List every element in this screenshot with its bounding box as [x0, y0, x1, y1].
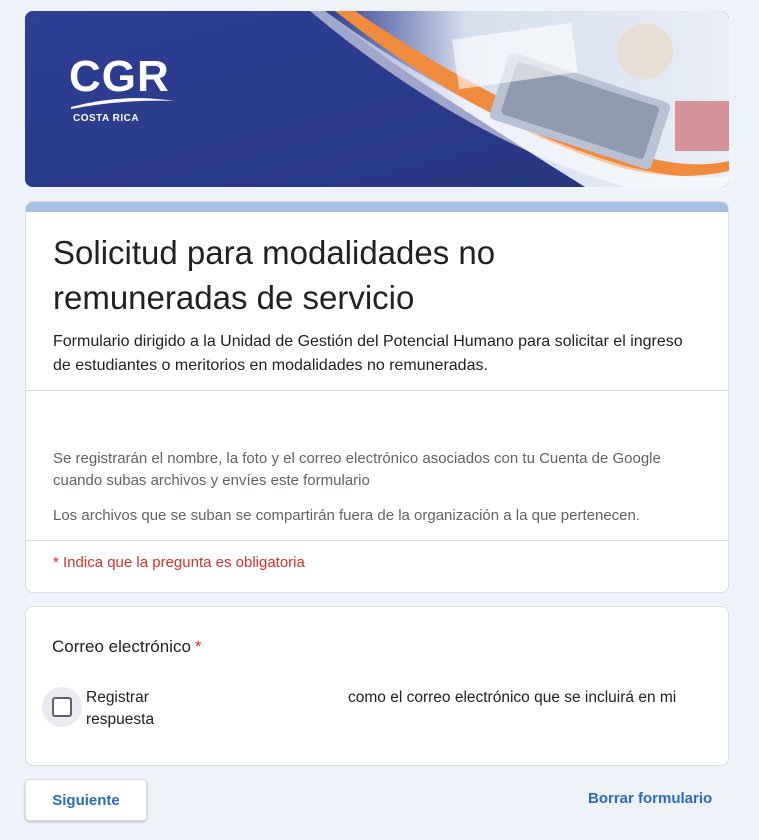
checkbox-label-continuation[interactable]: como el correo electrónico que se inclui…	[348, 687, 676, 709]
next-button[interactable]: Siguiente	[25, 779, 147, 821]
cgr-logo: CGR COSTA RICA	[69, 55, 179, 124]
divider	[26, 390, 728, 391]
clear-form-button[interactable]: Borrar formulario	[588, 790, 712, 807]
sharing-notice: Los archivos que se suban se compartirán…	[53, 507, 641, 524]
account-notice: Se registrarán el nombre, la foto y el c…	[53, 450, 661, 489]
logo-subtext: COSTA RICA	[73, 113, 140, 124]
required-note: * Indica que la pregunta es obligatoria	[53, 554, 305, 571]
record-email-checkbox[interactable]	[42, 687, 82, 727]
form-header-accent-bar	[26, 202, 728, 212]
divider	[26, 540, 728, 541]
form-title: Solicitud para modalidades no remunerada…	[53, 234, 496, 316]
checkbox-label[interactable]: Registrar respuesta	[86, 687, 186, 731]
form-description: Formulario dirigido a la Unidad de Gesti…	[53, 333, 683, 374]
question-title: Correo electrónico *	[52, 637, 202, 657]
logo-text: CGR	[69, 52, 170, 101]
header-banner: CGR COSTA RICA	[25, 11, 729, 187]
form-header-card: Solicitud para modalidades no remunerada…	[25, 201, 729, 593]
question-card-email: Correo electrónico * Registrar respuesta …	[25, 606, 729, 766]
question-title-text: Correo electrónico	[52, 637, 191, 656]
required-mark: *	[194, 637, 202, 656]
checkbox-box[interactable]	[52, 697, 72, 717]
